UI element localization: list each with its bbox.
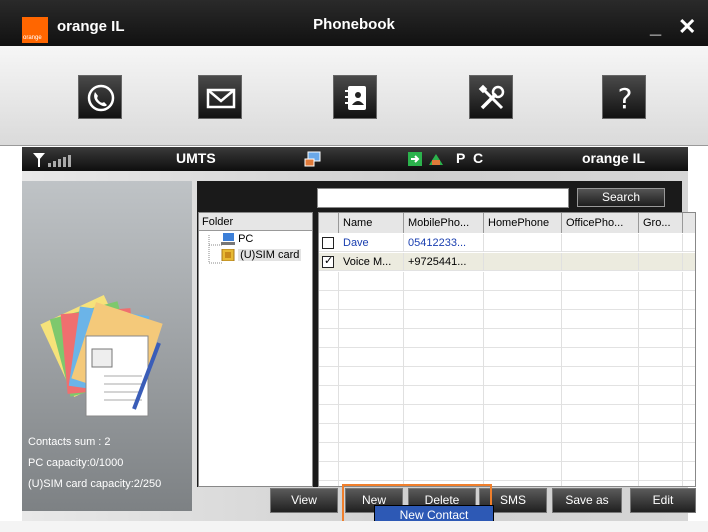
help-button[interactable]: ?: [602, 75, 646, 119]
search-button[interactable]: Search: [577, 188, 665, 207]
bottom-strip: [0, 521, 708, 532]
contacts-table: Name MobilePho... HomePhone OfficePho...…: [318, 212, 696, 487]
contact-office: [562, 234, 639, 252]
sim-capacity: (U)SIM card capacity:2/250: [28, 478, 162, 490]
row-checkbox[interactable]: [322, 237, 334, 249]
contact-name: Dave: [339, 234, 404, 252]
table-header: Name MobilePho... HomePhone OfficePho...…: [319, 213, 695, 233]
view-button[interactable]: View: [270, 488, 338, 513]
column-name[interactable]: Name: [339, 213, 404, 233]
folder-label-pc: PC: [238, 233, 254, 245]
svg-text:?: ?: [618, 82, 633, 114]
logo-text: orange: [23, 35, 42, 41]
search-input[interactable]: [317, 188, 569, 208]
contact-group: [639, 253, 683, 271]
signal-strength-icon: [33, 153, 71, 167]
column-mobile[interactable]: MobilePho...: [404, 213, 484, 233]
phonebook-button[interactable]: [333, 75, 377, 119]
contact-home: [484, 253, 562, 271]
contact-mobile: 05412233...: [404, 234, 484, 252]
contact-name: Voice M...: [339, 253, 404, 271]
save-as-button[interactable]: Save as: [552, 488, 622, 513]
column-group[interactable]: Gro...: [639, 213, 683, 233]
help-icon: ?: [618, 82, 633, 114]
column-office[interactable]: OfficePho...: [562, 213, 639, 233]
folder-item-pc[interactable]: PC: [221, 233, 254, 246]
connection-label: P C: [456, 150, 486, 166]
contact-office: [562, 253, 639, 271]
messages-button[interactable]: [198, 75, 242, 119]
folder-header: Folder: [199, 213, 312, 231]
sync-arrow-icon: [408, 152, 422, 166]
edit-button[interactable]: Edit: [630, 488, 696, 513]
close-button[interactable]: ✕: [678, 14, 696, 40]
tools-icon: [478, 84, 505, 110]
left-info-panel: Contacts sum : 2 PC capacity:0/1000 (U)S…: [22, 181, 192, 511]
folder-item-sim[interactable]: (U)SIM card: [221, 248, 302, 262]
table-row[interactable]: Voice M... +9725441...: [319, 253, 695, 271]
table-row[interactable]: Dave 05412233...: [319, 234, 695, 252]
column-home[interactable]: HomePhone: [484, 213, 562, 233]
folder-tree: Folder PC (U)SIM card: [198, 212, 313, 487]
phonebook-illustration: [40, 294, 163, 417]
checkbox-column-header: [319, 213, 339, 233]
computer-connection-icon: [304, 151, 321, 167]
column-extra: [683, 213, 695, 233]
folder-label-sim: (U)SIM card: [238, 249, 302, 261]
phonebook-icon: [345, 86, 366, 110]
minimize-button[interactable]: _: [650, 16, 661, 39]
dialer-icon: [87, 84, 115, 112]
contact-mobile: +9725441...: [404, 253, 484, 271]
sim-card-icon: [221, 248, 235, 262]
pc-sync-icon: [429, 154, 443, 165]
empty-grid-rows: [319, 272, 695, 486]
window-title: Phonebook: [313, 16, 395, 33]
status-bar: UMTS P C orange IL: [22, 147, 688, 171]
envelope-icon: [206, 88, 236, 109]
settings-button[interactable]: [469, 75, 513, 119]
network-type: UMTS: [176, 150, 216, 166]
title-bar: orange orange IL Phonebook _ ✕: [0, 0, 708, 46]
contact-group: [639, 234, 683, 252]
pc-capacity: PC capacity:0/1000: [28, 457, 124, 469]
computer-icon: [221, 233, 235, 246]
row-checkbox[interactable]: [322, 254, 334, 268]
operator-name: orange IL: [582, 150, 646, 166]
dialer-button[interactable]: [78, 75, 122, 119]
main-toolbar: ?: [0, 46, 708, 146]
contacts-sum: Contacts sum : 2: [28, 436, 111, 448]
contact-home: [484, 234, 562, 252]
